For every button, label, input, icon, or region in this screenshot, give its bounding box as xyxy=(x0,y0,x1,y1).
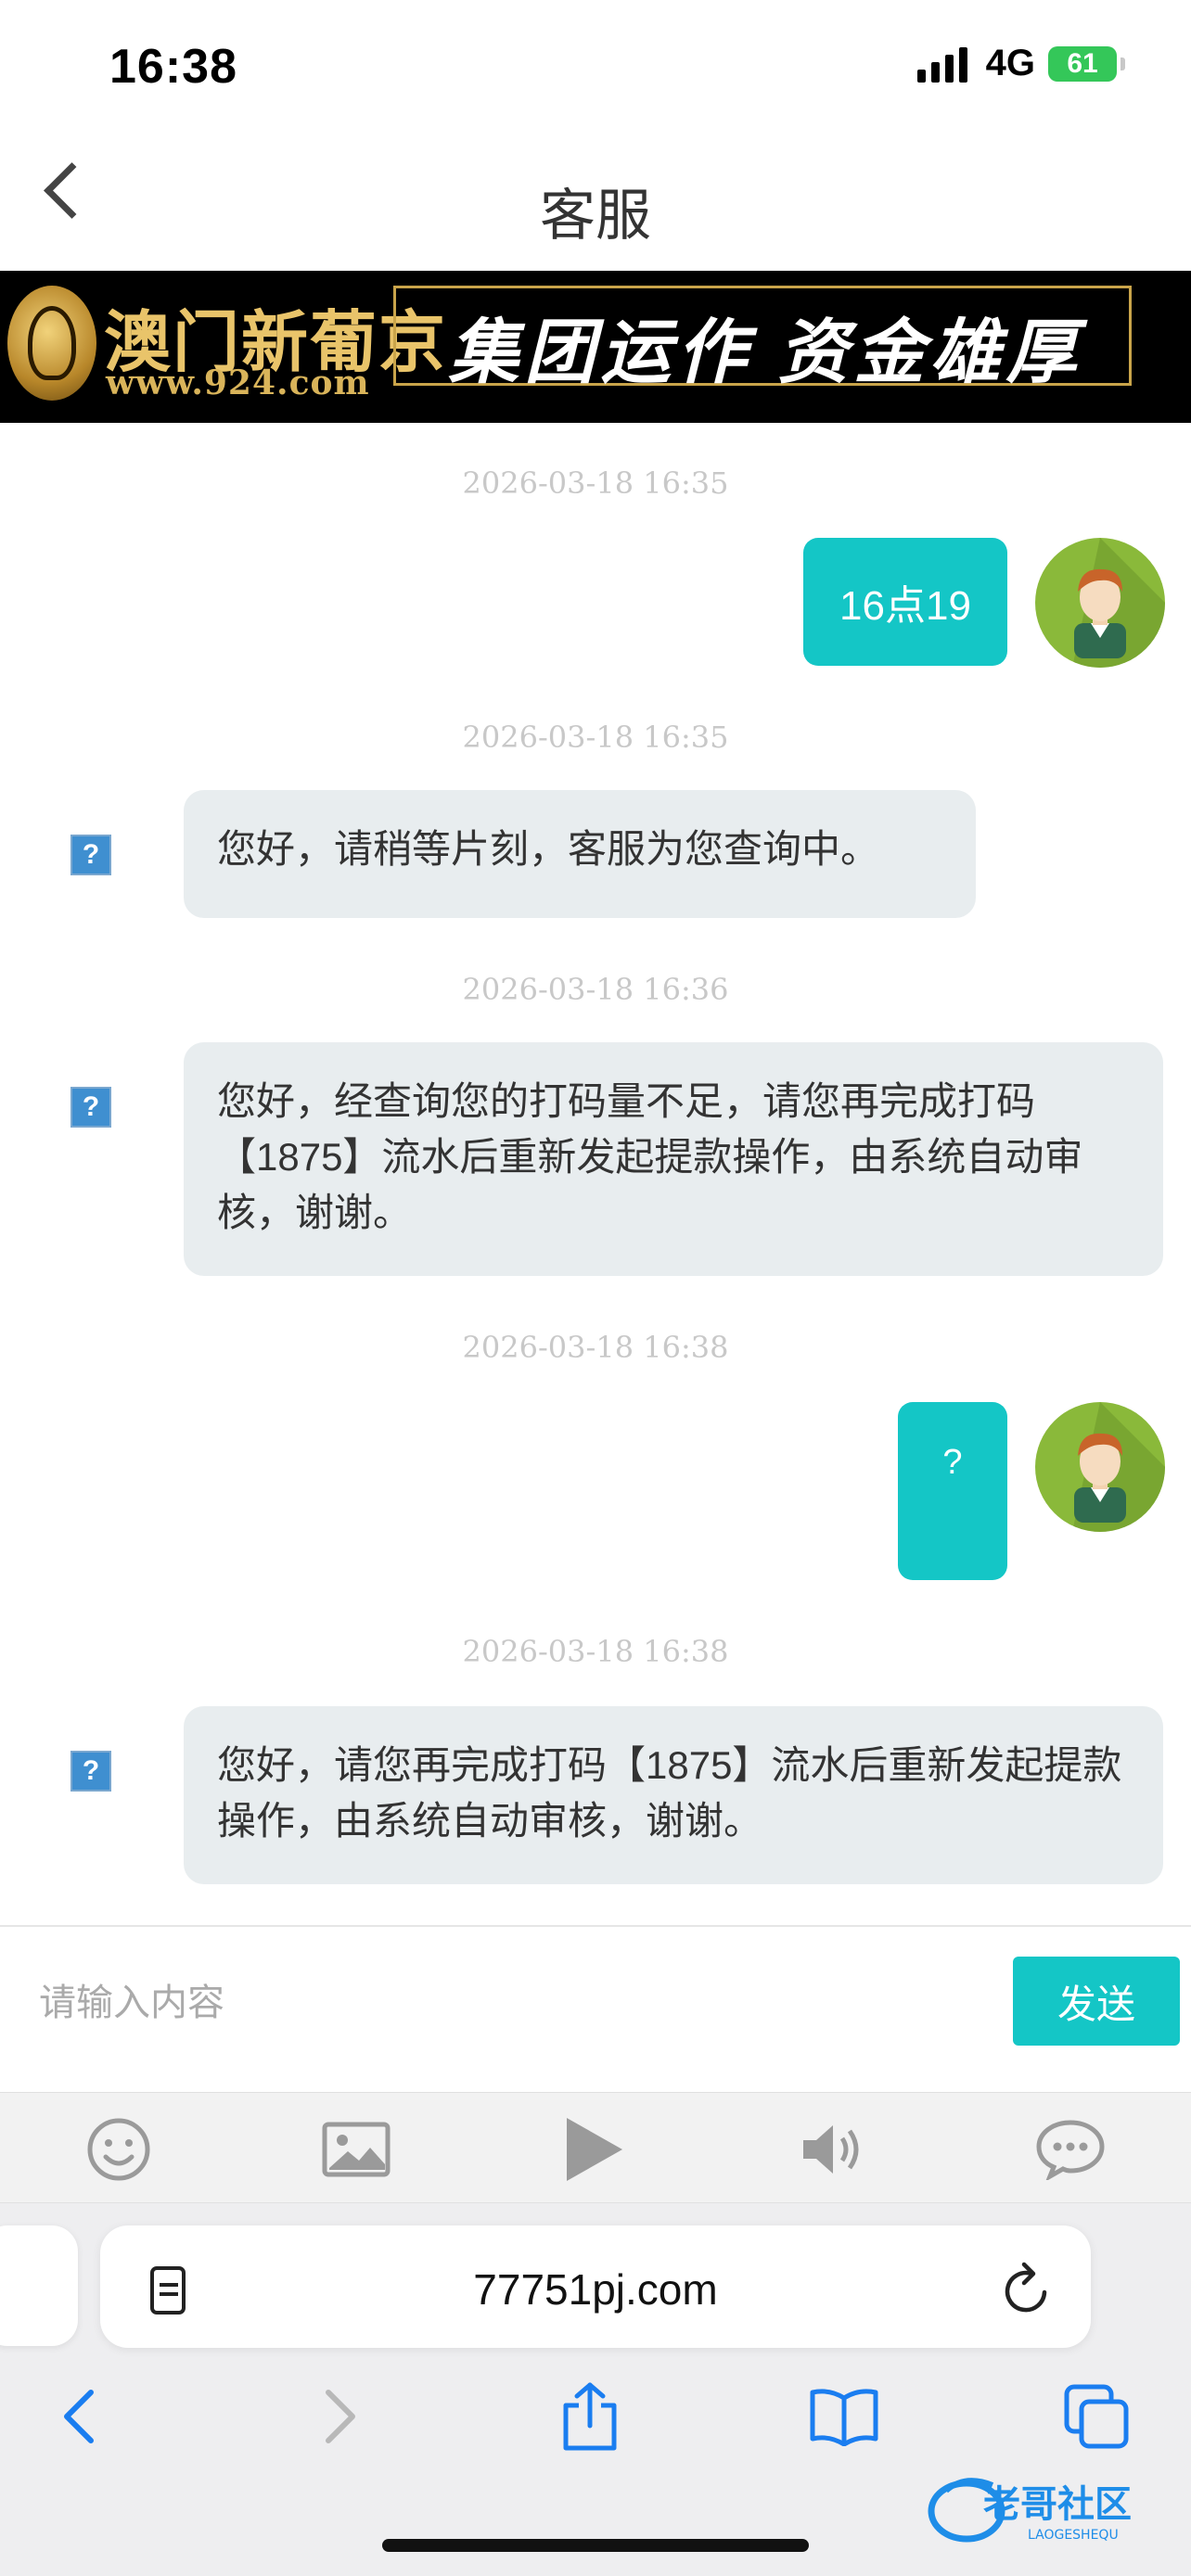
broken-image-icon: ? xyxy=(70,1751,111,1792)
banner-url: www.924.com xyxy=(106,363,370,402)
message-timestamp: 2026-03-18 16:38 xyxy=(462,1634,729,1669)
incoming-message-bubble[interactable]: 您好，请稍等片刻，客服为您查询中。 xyxy=(184,790,976,918)
battery-level: 61 xyxy=(1067,47,1098,79)
tabs-icon[interactable] xyxy=(1059,2379,1133,2454)
message-timestamp: 2026-03-18 16:35 xyxy=(462,465,729,501)
image-icon[interactable] xyxy=(319,2112,393,2187)
page-title: 客服 xyxy=(540,185,651,247)
message-timestamp: 2026-03-18 16:35 xyxy=(462,720,729,755)
user-avatar-icon xyxy=(1072,538,1165,668)
emoji-icon[interactable] xyxy=(82,2112,156,2187)
broken-image-icon: ? xyxy=(70,835,111,875)
chat-icon[interactable] xyxy=(1033,2112,1108,2187)
brand-logo-mark xyxy=(28,306,76,380)
previous-tab[interactable] xyxy=(0,2225,78,2346)
reload-icon[interactable] xyxy=(1002,2261,1054,2321)
browser-forward-icon[interactable] xyxy=(302,2379,377,2454)
battery-icon: 61 xyxy=(1048,45,1125,82)
bookmarks-icon[interactable] xyxy=(807,2379,881,2454)
broken-image-icon: ? xyxy=(70,1087,111,1128)
banner-slogan: 集团运作 资金雄厚 xyxy=(448,313,1082,392)
watermark-text: 老哥社区 xyxy=(983,2483,1132,2526)
service-avatar: ? xyxy=(26,1042,156,1172)
share-icon[interactable] xyxy=(553,2379,627,2454)
watermark-logo: 老哥社区 LAOGESHEQU xyxy=(928,2470,1178,2544)
user-avatar[interactable] xyxy=(1035,1402,1165,1532)
browser-back-icon[interactable] xyxy=(43,2379,117,2454)
watermark-subtext: LAOGESHEQU xyxy=(1028,2528,1119,2543)
outgoing-message-bubble[interactable]: ? xyxy=(898,1402,1007,1580)
send-button[interactable]: 发送 xyxy=(1013,1957,1180,2046)
play-icon[interactable] xyxy=(557,2112,631,2187)
speaker-icon[interactable] xyxy=(798,2112,872,2187)
status-indicators: 4G 61 xyxy=(916,43,1125,84)
divider xyxy=(0,1925,1191,1927)
url-text: 77751pj.com xyxy=(473,2265,718,2314)
service-avatar: ? xyxy=(26,1706,156,1836)
message-input[interactable] xyxy=(37,1962,987,2044)
service-avatar: ? xyxy=(26,790,156,920)
status-time: 16:38 xyxy=(109,40,237,94)
message-timestamp: 2026-03-18 16:38 xyxy=(462,1330,729,1365)
incoming-message-bubble[interactable]: 您好，请您再完成打码【1875】流水后重新发起提款操作，由系统自动审核，谢谢。 xyxy=(184,1706,1163,1884)
incoming-message-bubble[interactable]: 您好，经查询您的打码量不足，请您再完成打码【1875】流水后重新发起提款操作，由… xyxy=(184,1042,1163,1276)
user-avatar-icon xyxy=(1072,1402,1165,1532)
outgoing-message-bubble[interactable]: 16点19 xyxy=(803,538,1007,666)
home-indicator xyxy=(382,2539,809,2552)
cellular-signal-icon xyxy=(916,45,967,83)
user-avatar[interactable] xyxy=(1035,538,1165,668)
network-type: 4G xyxy=(985,43,1035,83)
message-timestamp: 2026-03-18 16:36 xyxy=(462,972,729,1007)
